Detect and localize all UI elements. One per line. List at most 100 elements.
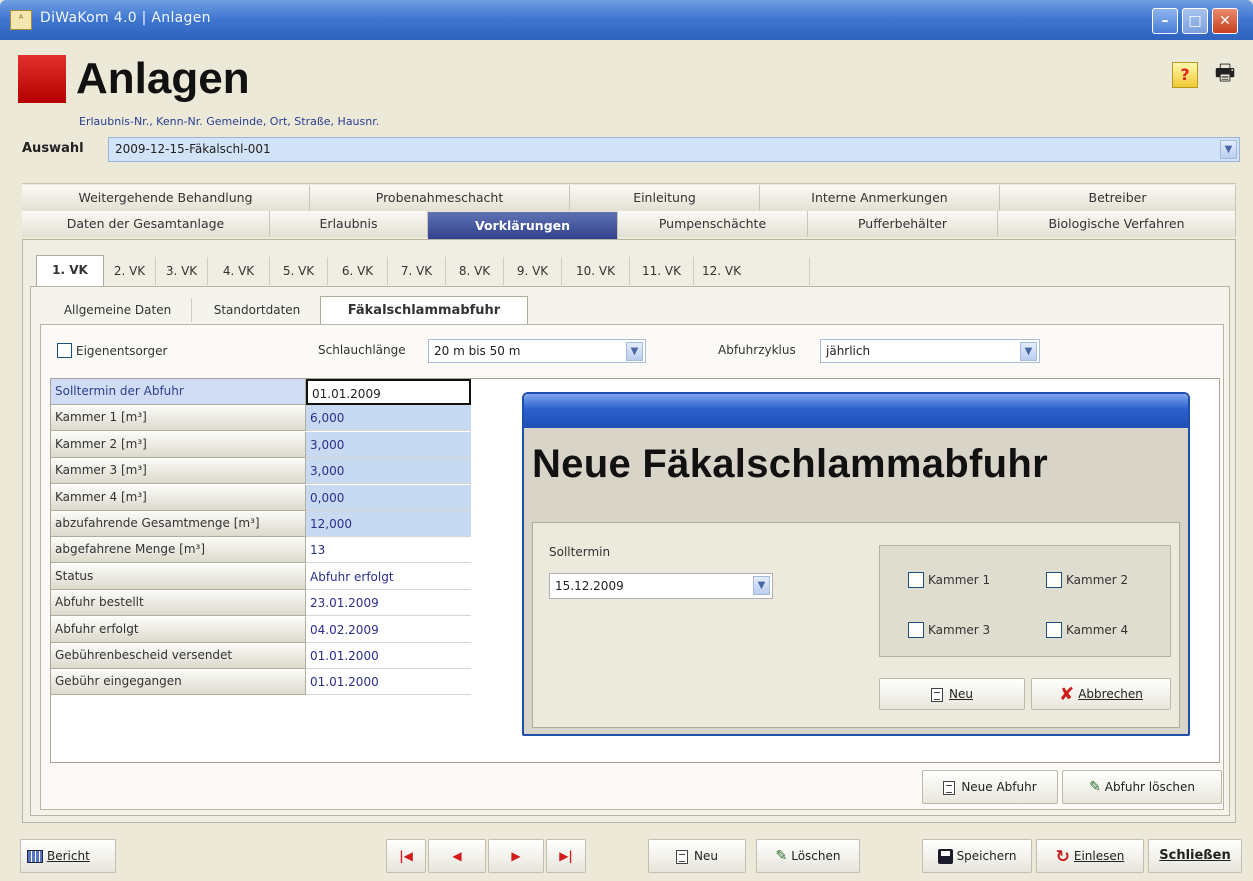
auswahl-select[interactable]: 2009-12-15-Fäkalschl-001 ▼ xyxy=(108,137,1240,162)
tab-11-vk[interactable]: 11. VK xyxy=(630,257,694,285)
maximize-button[interactable]: □ xyxy=(1182,8,1208,34)
tab-3-vk[interactable]: 3. VK xyxy=(156,257,208,285)
grid-row[interactable]: Gebühr eingegangen 01.01.2000 xyxy=(51,669,471,696)
grid-row-label: Kammer 2 [m³] xyxy=(51,431,306,458)
chevron-down-icon[interactable]: ▼ xyxy=(753,576,770,595)
tab-einleitung[interactable]: Einleitung xyxy=(570,185,760,211)
grid-row-value[interactable]: 01.01.2009 xyxy=(306,379,471,405)
tab-betreiber[interactable]: Betreiber xyxy=(1000,185,1236,211)
dialog-abbrechen-button[interactable]: ✘ Abbrechen xyxy=(1031,678,1171,710)
chevron-down-icon[interactable]: ▼ xyxy=(1220,140,1237,159)
grid-row[interactable]: Gebührenbescheid versendet 01.01.2000 xyxy=(51,643,471,669)
grid-row[interactable]: Abfuhr bestellt 23.01.2009 xyxy=(51,590,471,617)
minimize-button[interactable]: – xyxy=(1152,8,1178,34)
tab-1-vk[interactable]: 1. VK xyxy=(36,255,104,287)
dialog-abbrechen-label: Abbrechen xyxy=(1078,687,1143,701)
tab-daten-der-gesamtanlage[interactable]: Daten der Gesamtanlage xyxy=(22,211,270,237)
checkbox-box[interactable] xyxy=(908,622,924,638)
tab-12-vk[interactable]: 12. VK xyxy=(694,257,810,285)
tab-4-vk[interactable]: 4. VK xyxy=(208,257,270,285)
kammer-2-checkbox[interactable]: Kammer 2 xyxy=(1046,572,1128,588)
kammer-4-checkbox[interactable]: Kammer 4 xyxy=(1046,622,1128,638)
schlauchlaenge-select[interactable]: 20 m bis 50 m ▼ xyxy=(428,339,646,363)
grid-row[interactable]: Kammer 2 [m³] 3,000 xyxy=(51,431,471,458)
grid-row-value[interactable]: 3,000 xyxy=(306,458,471,485)
tab-7-vk[interactable]: 7. VK xyxy=(388,257,446,285)
eigenentsorger-checkbox[interactable]: Eigenentsorger xyxy=(57,343,167,358)
grid-row-value[interactable]: 04.02.2009 xyxy=(306,616,471,643)
tab-10-vk[interactable]: 10. VK xyxy=(562,257,630,285)
grid-row-value[interactable]: 6,000 xyxy=(306,405,471,432)
grid-row[interactable]: Kammer 1 [m³] 6,000 xyxy=(51,405,471,432)
tab-allgemeine-daten[interactable]: Allgemeine Daten xyxy=(44,298,192,322)
next-record-button[interactable]: ▶ xyxy=(488,839,544,873)
kammer-1-checkbox[interactable]: Kammer 1 xyxy=(908,572,990,588)
schliessen-button[interactable]: Schließen xyxy=(1148,839,1242,873)
grid-row[interactable]: abzufahrende Gesamtmenge [m³] 12,000 xyxy=(51,511,471,537)
tab-9-vk[interactable]: 9. VK xyxy=(504,257,562,285)
grid-row-value[interactable]: 0,000 xyxy=(306,484,471,511)
grid-row-value[interactable]: 13 xyxy=(306,537,471,564)
checkbox-box[interactable] xyxy=(908,572,924,588)
solltermin-select[interactable]: 15.12.2009 ▼ xyxy=(549,573,773,599)
tab-vorklaerungen[interactable]: Vorklärungen xyxy=(428,212,618,240)
checkbox-box[interactable] xyxy=(1046,572,1062,588)
grid-row[interactable]: Status Abfuhr erfolgt xyxy=(51,563,471,590)
speichern-button[interactable]: Speichern xyxy=(922,839,1032,873)
grid-row[interactable]: abgefahrene Menge [m³] 13 xyxy=(51,537,471,564)
grid-row-value[interactable]: Abfuhr erfolgt xyxy=(306,563,471,590)
tab-2-vk[interactable]: 2. VK xyxy=(104,257,156,285)
tab-pumpenschaechte[interactable]: Pumpenschächte xyxy=(618,211,808,237)
grid-row[interactable]: Kammer 4 [m³] 0,000 xyxy=(51,484,471,511)
grid-row-value[interactable]: 3,000 xyxy=(306,431,471,458)
dialog-titlebar[interactable] xyxy=(524,394,1188,428)
checkbox-box[interactable] xyxy=(1046,622,1062,638)
chevron-down-icon[interactable]: ▼ xyxy=(1020,342,1037,361)
loeschen-button[interactable]: ✎ Löschen xyxy=(756,839,860,873)
close-button[interactable]: ✕ xyxy=(1212,8,1238,34)
grid-row-value[interactable]: 12,000 xyxy=(306,511,471,537)
einlesen-button[interactable]: ↻ Einlesen xyxy=(1036,839,1144,873)
app-icon: ᴬ xyxy=(10,10,32,30)
grid-row[interactable]: Kammer 3 [m³] 3,000 xyxy=(51,458,471,485)
dialog-neu-button[interactable]: Neu xyxy=(879,678,1025,710)
tab-standortdaten[interactable]: Standortdaten xyxy=(194,298,320,322)
tab-probenahmeschacht[interactable]: Probenahmeschacht xyxy=(310,185,570,211)
new-document-icon xyxy=(676,849,689,864)
grid-row[interactable]: Abfuhr erfolgt 04.02.2009 xyxy=(51,616,471,643)
bericht-button[interactable]: Bericht xyxy=(20,839,116,873)
tab-faekalschlammabfuhr[interactable]: Fäkalschlammabfuhr xyxy=(320,296,528,326)
grid-row-value[interactable]: 23.01.2009 xyxy=(306,590,471,617)
tab-biologische-verfahren[interactable]: Biologische Verfahren xyxy=(998,211,1236,237)
window-titlebar[interactable]: ᴬ DiWaKom 4.0 | Anlagen – □ ✕ xyxy=(0,0,1253,40)
tab-pufferbehaelter[interactable]: Pufferbehälter xyxy=(808,211,998,237)
checkbox-box[interactable] xyxy=(57,343,72,358)
chevron-down-icon[interactable]: ▼ xyxy=(626,342,643,361)
previous-record-button[interactable]: ◀ xyxy=(428,839,486,873)
abfuhrzyklus-select[interactable]: jährlich ▼ xyxy=(820,339,1040,363)
first-record-button[interactable]: |◀ xyxy=(386,839,426,873)
tab-erlaubnis[interactable]: Erlaubnis xyxy=(270,211,428,237)
kammer-3-checkbox[interactable]: Kammer 3 xyxy=(908,622,990,638)
grid-row[interactable]: Solltermin der Abfuhr 01.01.2009 xyxy=(51,379,471,405)
solltermin-value: 15.12.2009 xyxy=(555,579,624,593)
abfuhr-loeschen-button[interactable]: ✎ Abfuhr löschen xyxy=(1062,770,1222,804)
eraser-brush-icon: ✎ xyxy=(775,848,788,864)
neu-button[interactable]: Neu xyxy=(648,839,746,873)
tab-6-vk[interactable]: 6. VK xyxy=(328,257,388,285)
tab-interne-anmerkungen[interactable]: Interne Anmerkungen xyxy=(760,185,1000,211)
print-icon[interactable]: 🖶 xyxy=(1210,60,1240,88)
grid-row-value[interactable]: 01.01.2000 xyxy=(306,643,471,669)
auswahl-label: Auswahl xyxy=(22,141,84,156)
help-button[interactable]: ? xyxy=(1172,62,1198,88)
grid-row-value[interactable]: 01.01.2000 xyxy=(306,669,471,696)
neue-abfuhr-button[interactable]: Neue Abfuhr xyxy=(922,770,1058,804)
report-grid-icon xyxy=(27,850,43,863)
tab-8-vk[interactable]: 8. VK xyxy=(446,257,504,285)
solltermin-label: Solltermin xyxy=(549,545,611,559)
last-record-button[interactable]: ▶| xyxy=(546,839,586,873)
tab-weitergehende-behandlung[interactable]: Weitergehende Behandlung xyxy=(22,185,310,211)
tab-5-vk[interactable]: 5. VK xyxy=(270,257,328,285)
schliessen-label: Schließen xyxy=(1159,848,1231,863)
dialog-neu-label: Neu xyxy=(949,687,973,701)
